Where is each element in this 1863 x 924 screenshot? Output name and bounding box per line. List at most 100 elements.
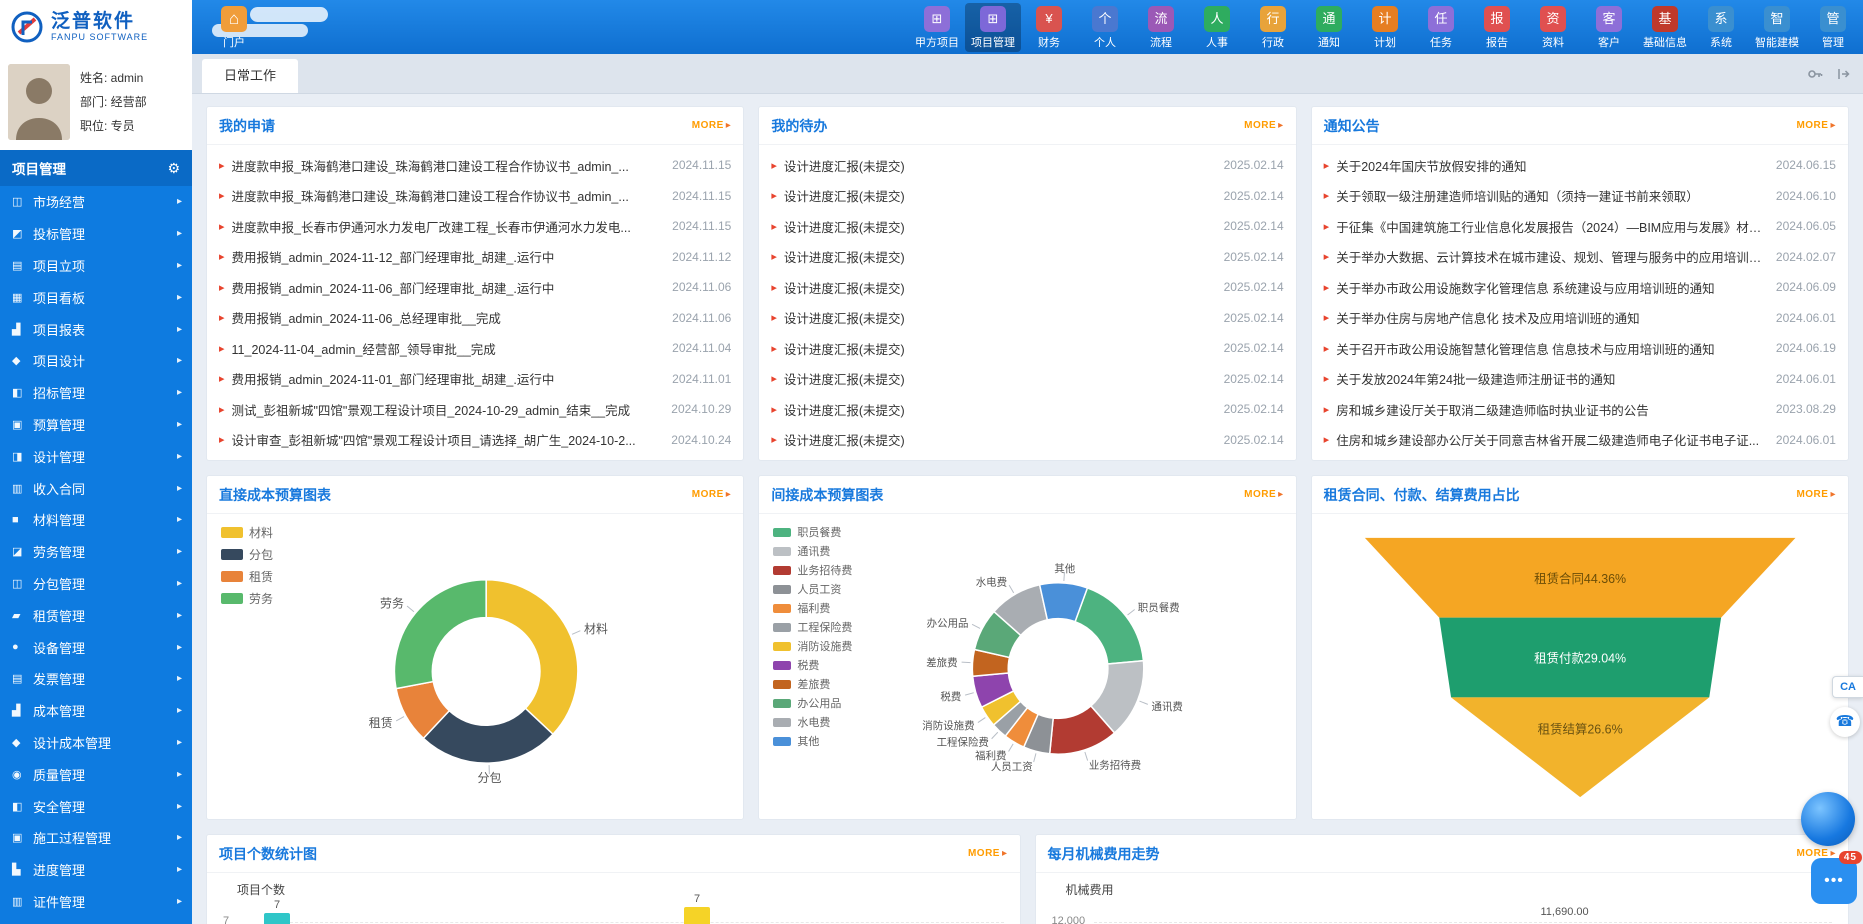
more-link[interactable]: MORE ▸: [692, 489, 732, 500]
top-nav-item-3[interactable]: 个个人: [1077, 3, 1133, 52]
sidebar-item-13[interactable]: ▰租赁管理▸: [0, 599, 192, 631]
top-nav-item-7[interactable]: 通通知: [1301, 3, 1357, 52]
key-icon[interactable]: [1807, 66, 1823, 82]
list-item[interactable]: ▸进度款申报_珠海鹤港口建设_珠海鹤港口建设工程合作协议书_admin_...2…: [219, 181, 731, 212]
sidebar-item-11[interactable]: ◪劳务管理▸: [0, 536, 192, 568]
top-nav-item-2[interactable]: ¥财务: [1021, 3, 1077, 52]
legend-item[interactable]: 职员餐费: [773, 524, 852, 540]
list-item[interactable]: ▸设计进度汇报(未提交)2025.02.14: [771, 150, 1283, 181]
list-item[interactable]: ▸进度款申报_长春市伊通河水力发电厂改建工程_长春市伊通河水力发电...2024…: [219, 211, 731, 242]
list-item[interactable]: ▸设计审查_彭祖新城"四馆"景观工程设计项目_请选择_胡广生_2024-10-2…: [219, 425, 731, 456]
collapse-icon[interactable]: [1835, 66, 1851, 82]
more-link[interactable]: MORE ▸: [1796, 489, 1836, 500]
list-item[interactable]: ▸设计进度汇报(未提交)2025.02.14: [771, 364, 1283, 395]
legend-item[interactable]: 通讯费: [773, 543, 852, 559]
sidebar-item-2[interactable]: ▤项目立项▸: [0, 250, 192, 282]
list-item[interactable]: ▸设计进度汇报(未提交)2025.02.14: [771, 211, 1283, 242]
sidebar-item-0[interactable]: ◫市场经营▸: [0, 186, 192, 218]
legend-item[interactable]: 材料: [221, 524, 273, 541]
list-item[interactable]: ▸测试_彭祖新城"四馆"景观工程设计项目_2024-10-29_admin_结束…: [219, 394, 731, 425]
list-item[interactable]: ▸关于举办住房与房地产信息化 技术及应用培训班的通知2024.06.01: [1324, 303, 1836, 334]
sidebar-item-15[interactable]: ▤发票管理▸: [0, 663, 192, 695]
legend-item[interactable]: 其他: [773, 733, 852, 749]
list-item[interactable]: ▸房和城乡建设厅关于取消二级建造师临时执业证书的公告2023.08.29: [1324, 394, 1836, 425]
sidebar-item-4[interactable]: ▟项目报表▸: [0, 313, 192, 345]
list-item[interactable]: ▸住房和城乡建设部办公厅关于同意吉林省开展二级建造师电子化证书电子证...202…: [1324, 425, 1836, 456]
tab-daily-work[interactable]: 日常工作: [202, 59, 298, 93]
list-item[interactable]: ▸费用报销_admin_2024-11-06_总经理审批__完成2024.11.…: [219, 303, 731, 334]
more-link[interactable]: MORE ▸: [968, 848, 1008, 859]
more-link[interactable]: MORE ▸: [692, 120, 732, 131]
sidebar-item-17[interactable]: ◆设计成本管理▸: [0, 727, 192, 759]
more-link[interactable]: MORE ▸: [1244, 489, 1284, 500]
legend-item[interactable]: 工程保险费: [773, 619, 852, 635]
list-item[interactable]: ▸关于举办市政公用设施数字化管理信息 系统建设与应用培训班的通知2024.06.…: [1324, 272, 1836, 303]
list-item[interactable]: ▸设计进度汇报(未提交)2025.02.14: [771, 425, 1283, 456]
list-item[interactable]: ▸设计进度汇报(未提交)2025.02.14: [771, 242, 1283, 273]
legend-item[interactable]: 税费: [773, 657, 852, 673]
app-logo[interactable]: 泛普软件 FANPU SOFTWARE: [0, 0, 192, 54]
list-item[interactable]: ▸设计进度汇报(未提交)2025.02.14: [771, 394, 1283, 425]
top-nav-item-0[interactable]: ⊞甲方项目: [909, 3, 965, 52]
list-item[interactable]: ▸关于举办大数据、云计算技术在城市建设、规划、管理与服务中的应用培训班...20…: [1324, 242, 1836, 273]
list-item[interactable]: ▸设计进度汇报(未提交)2025.02.14: [771, 333, 1283, 364]
top-nav-item-5[interactable]: 人人事: [1189, 3, 1245, 52]
sidebar-item-12[interactable]: ◫分包管理▸: [0, 568, 192, 600]
top-nav-item-11[interactable]: 资资料: [1525, 3, 1581, 52]
phone-icon[interactable]: ☎: [1830, 707, 1860, 737]
legend-item[interactable]: 办公用品: [773, 695, 852, 711]
sidebar-item-1[interactable]: ◩投标管理▸: [0, 218, 192, 250]
floating-chat-button[interactable]: ••• 45: [1811, 858, 1857, 904]
list-item[interactable]: ▸关于召开市政公用设施智慧化管理信息 信息技术与应用培训班的通知2024.06.…: [1324, 333, 1836, 364]
legend-item[interactable]: 租赁: [221, 568, 273, 585]
sidebar-item-19[interactable]: ◧安全管理▸: [0, 790, 192, 822]
sidebar-item-5[interactable]: ◆项目设计▸: [0, 345, 192, 377]
sidebar-item-14[interactable]: ●设备管理▸: [0, 631, 192, 663]
top-nav-item-14[interactable]: 系系统: [1693, 3, 1749, 52]
sidebar-item-18[interactable]: ◉质量管理▸: [0, 758, 192, 790]
top-nav-item-1[interactable]: ⊞项目管理: [965, 3, 1021, 52]
legend-item[interactable]: 福利费: [773, 600, 852, 616]
top-nav-item-16[interactable]: 管管理: [1805, 3, 1861, 52]
floating-ca-button[interactable]: CA: [1832, 676, 1863, 698]
legend-item[interactable]: 业务招待费: [773, 562, 852, 578]
legend-item[interactable]: 消防设施费: [773, 638, 852, 654]
list-item[interactable]: ▸关于发放2024年第24批一级建造师注册证书的通知2024.06.01: [1324, 364, 1836, 395]
gear-icon[interactable]: ⚙: [167, 160, 180, 177]
sidebar-item-7[interactable]: ▣预算管理▸: [0, 409, 192, 441]
list-item[interactable]: ▸于征集《中国建筑施工行业信息化发展报告（2024）—BIM应用与发展》材料..…: [1324, 211, 1836, 242]
list-item[interactable]: ▸关于2024年国庆节放假安排的通知2024.06.15: [1324, 150, 1836, 181]
legend-item[interactable]: 人员工资: [773, 581, 852, 597]
list-item[interactable]: ▸设计进度汇报(未提交)2025.02.14: [771, 272, 1283, 303]
legend-item[interactable]: 差旅费: [773, 676, 852, 692]
top-nav-item-15[interactable]: 智智能建模: [1749, 3, 1805, 52]
avatar[interactable]: [8, 64, 70, 140]
more-link[interactable]: MORE ▸: [1244, 120, 1284, 131]
legend-item[interactable]: 分包: [221, 546, 273, 563]
top-nav-item-8[interactable]: 计计划: [1357, 3, 1413, 52]
sidebar-item-21[interactable]: ▙进度管理▸: [0, 854, 192, 886]
sidebar-item-10[interactable]: ■材料管理▸: [0, 504, 192, 536]
top-nav-item-6[interactable]: 行行政: [1245, 3, 1301, 52]
list-item[interactable]: ▸设计进度汇报(未提交)2025.02.14: [771, 303, 1283, 334]
list-item[interactable]: ▸设计进度汇报(未提交)2025.02.14: [771, 181, 1283, 212]
list-item[interactable]: ▸进度款申报_珠海鹤港口建设_珠海鹤港口建设工程合作协议书_admin_...2…: [219, 150, 731, 181]
sidebar-item-20[interactable]: ▣施工过程管理▸: [0, 822, 192, 854]
legend-item[interactable]: 水电费: [773, 714, 852, 730]
floating-assistant-button[interactable]: [1801, 792, 1855, 846]
sidebar-item-9[interactable]: ▥收入合同▸: [0, 472, 192, 504]
list-item[interactable]: ▸费用报销_admin_2024-11-12_部门经理审批_胡建_.运行中202…: [219, 242, 731, 273]
sidebar-item-16[interactable]: ▟成本管理▸: [0, 695, 192, 727]
list-item[interactable]: ▸费用报销_admin_2024-11-06_部门经理审批_胡建_.运行中202…: [219, 272, 731, 303]
top-nav-item-portal[interactable]: ⌂ 门户: [206, 3, 262, 52]
sidebar-item-3[interactable]: ▦项目看板▸: [0, 281, 192, 313]
list-item[interactable]: ▸费用报销_admin_2024-11-01_部门经理审批_胡建_.运行中202…: [219, 364, 731, 395]
top-nav-item-13[interactable]: 基基础信息: [1637, 3, 1693, 52]
legend-item[interactable]: 劳务: [221, 590, 273, 607]
sidebar-item-6[interactable]: ◧招标管理▸: [0, 377, 192, 409]
sidebar-item-8[interactable]: ◨设计管理▸: [0, 440, 192, 472]
list-item[interactable]: ▸11_2024-11-04_admin_经营部_领导审批__完成2024.11…: [219, 333, 731, 364]
top-nav-item-9[interactable]: 任任务: [1413, 3, 1469, 52]
top-nav-item-10[interactable]: 报报告: [1469, 3, 1525, 52]
top-nav-item-12[interactable]: 客客户: [1581, 3, 1637, 52]
